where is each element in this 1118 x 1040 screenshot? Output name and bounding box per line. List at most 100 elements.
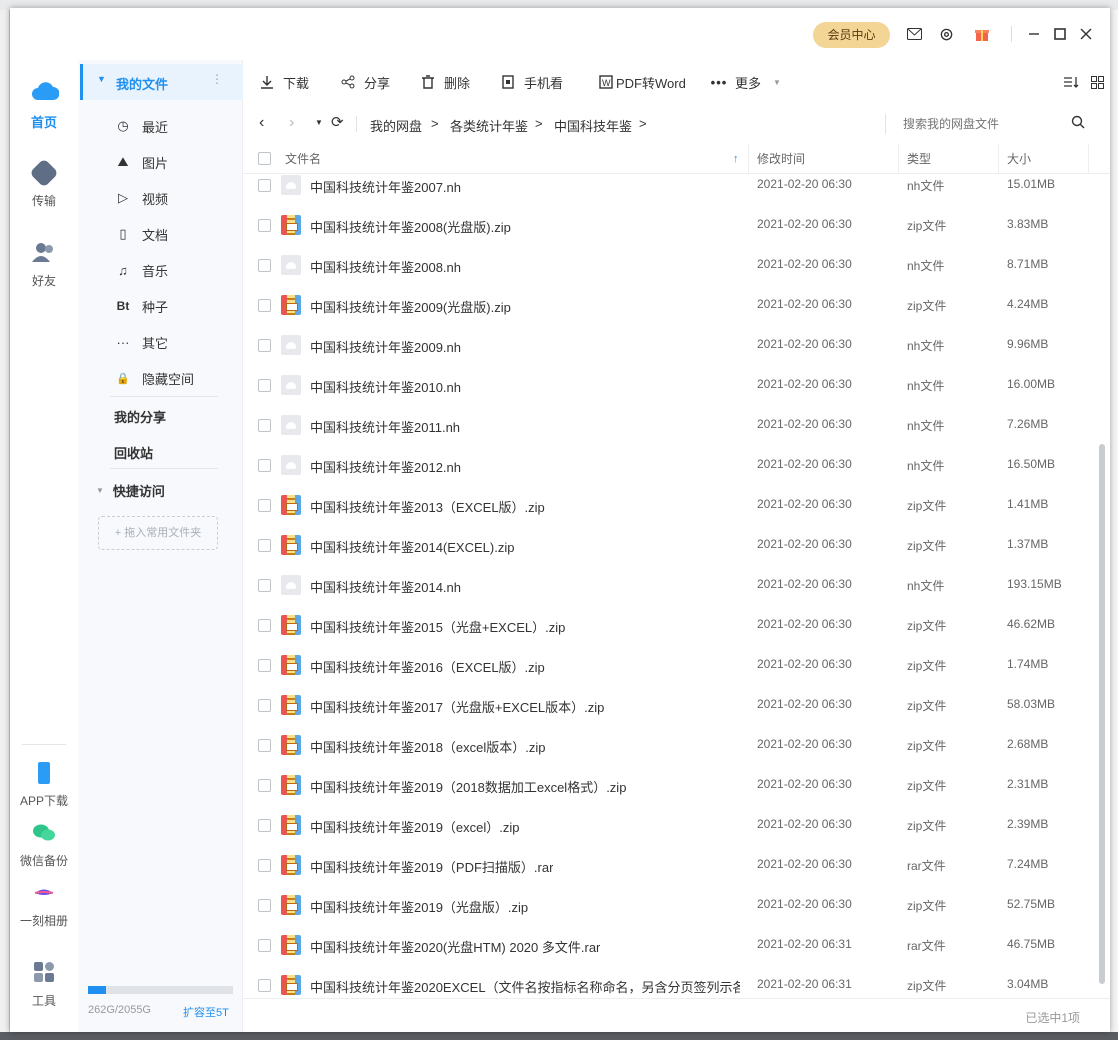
sort-button[interactable] [1063,72,1087,92]
row-checkbox[interactable] [258,539,271,552]
breadcrumb-chevron-icon[interactable]: > [639,116,647,131]
table-row[interactable]: 中国科技统计年鉴2019（PDF扫描版）.rar 2021-02-20 06:30… [243,845,1095,885]
row-checkbox[interactable] [258,739,271,752]
grid-view-button[interactable] [1089,72,1113,92]
breadcrumb-item[interactable]: 各类统计年鉴 [450,116,528,135]
rail-wechat-backup[interactable]: 微信备份 [10,820,78,869]
row-checkbox[interactable] [258,579,271,592]
table-row[interactable]: 中国科技统计年鉴2010.nh 2021-02-20 06:30 nh文件 16.00… [243,365,1095,405]
table-row[interactable]: 中国科技统计年鉴2014.nh 2021-02-20 06:30 nh文件 193.1… [243,565,1095,605]
table-row[interactable]: 中国科技统计年鉴2009.nh 2021-02-20 06:30 nh文件 9.96M… [243,325,1095,365]
sidebar-item[interactable]: 🔒 隐藏空间 [78,360,243,396]
mobile-view-button[interactable]: 手机看 [500,72,563,92]
settings-gear-icon[interactable] [936,24,956,44]
scrollbar-thumb[interactable] [1099,444,1105,984]
table-row[interactable]: 中国科技统计年鉴2009(光盘版).zip 2021-02-20 06:30 zip… [243,285,1095,325]
table-row[interactable]: 中国科技统计年鉴2013（EXCEL版）.zip 2021-02-20 06:30… [243,485,1095,525]
archive-file-icon [281,615,301,635]
sidebar-item[interactable]: ⛰ 图片 [78,144,243,180]
row-checkbox[interactable] [258,179,271,192]
vertical-more-icon[interactable]: ⋮ [211,72,223,86]
rail-home[interactable]: 首页 [10,80,78,131]
table-row[interactable]: 中国科技统计年鉴2012.nh 2021-02-20 06:30 nh文件 16.50… [243,445,1095,485]
mail-icon[interactable] [904,24,924,44]
rail-friends[interactable]: 好友 [10,240,78,289]
rail-transfer[interactable]: 传输 [10,158,78,209]
row-checkbox[interactable] [258,459,271,472]
row-checkbox[interactable] [258,659,271,672]
expand-storage-link[interactable]: 扩容至5T [183,1004,229,1020]
sidebar-recycle-bin[interactable]: 回收站 [78,434,243,470]
column-header-name[interactable]: 文件名 [285,144,321,174]
row-checkbox[interactable] [258,979,271,992]
back-arrow-icon[interactable]: ‹ [259,114,264,132]
table-row[interactable]: 中国科技统计年鉴2019（光盘版）.zip 2021-02-20 06:30 zip… [243,885,1095,925]
table-row[interactable]: 中国科技统计年鉴2008.nh 2021-02-20 06:30 nh文件 8.71M… [243,245,1095,285]
maximize-icon[interactable] [1050,24,1070,44]
forward-arrow-icon[interactable]: › [289,114,294,132]
delete-button[interactable]: 删除 [420,72,470,92]
row-checkbox[interactable] [258,379,271,392]
table-row[interactable]: 中国科技统计年鉴2014(EXCEL).zip 2021-02-20 06:30 z… [243,525,1095,565]
scrollbar[interactable] [1096,174,1108,998]
row-checkbox[interactable] [258,339,271,352]
video-icon: ▷ [118,190,128,205]
row-checkbox[interactable] [258,859,271,872]
rail-app-download[interactable]: APP下载 [10,760,78,809]
row-checkbox[interactable] [258,419,271,432]
table-row[interactable]: 中国科技统计年鉴2019（2018数据加工excel格式）.zip 2021-02… [243,765,1095,805]
pdf-to-word-button[interactable]: W PDF转Word [598,72,686,92]
breadcrumb-item[interactable]: 中国科技年鉴 [554,116,632,135]
table-row[interactable]: 中国科技统计年鉴2016（EXCEL版）.zip 2021-02-20 06:30… [243,645,1095,685]
sidebar-item[interactable]: ▯ 文档 [78,216,243,252]
row-checkbox[interactable] [258,699,271,712]
close-icon[interactable] [1076,24,1096,44]
row-checkbox[interactable] [258,619,271,632]
search-input[interactable] [903,114,1073,134]
sidebar-my-files[interactable]: ▼ 我的文件 ⋮ [80,64,243,100]
vip-center-button[interactable]: 会员中心 [813,22,890,48]
refresh-icon[interactable]: ⟳ [331,113,344,131]
table-row[interactable]: 中国科技统计年鉴2015（光盘+EXCEL）.zip 2021-02-20 06:… [243,605,1095,645]
table-row[interactable]: 中国科技统计年鉴2019（excel）.zip 2021-02-20 06:30 z… [243,805,1095,845]
row-checkbox[interactable] [258,499,271,512]
download-button[interactable]: 下载 [259,72,309,92]
gift-icon[interactable] [972,24,992,44]
search-icon[interactable] [1071,115,1085,132]
table-row[interactable]: 中国科技统计年鉴2007.nh 2021-02-20 06:30 nh文件 15.01… [243,174,1095,205]
breadcrumb-item[interactable]: 我的网盘 [370,116,422,135]
row-checkbox[interactable] [258,259,271,272]
select-all-checkbox[interactable] [258,152,271,165]
column-header-modified[interactable]: 修改时间 [757,144,805,174]
table-row[interactable]: 中国科技统计年鉴2008(光盘版).zip 2021-02-20 06:30 zip… [243,205,1095,245]
share-button[interactable]: 分享 [340,72,390,92]
table-row[interactable]: 中国科技统计年鉴2017（光盘版+EXCEL版本）.zip 2021-02-20 … [243,685,1095,725]
sidebar-item[interactable]: Bt 种子 [78,288,243,324]
table-row[interactable]: 中国科技统计年鉴2020(光盘HTM) 2020 多文件.rar 2021-02-… [243,925,1095,965]
sidebar-my-share[interactable]: 我的分享 [78,398,243,434]
sidebar-item[interactable]: ◷ 最近 [78,108,243,144]
sidebar-item[interactable]: ▷ 视频 [78,180,243,216]
table-row[interactable]: 中国科技统计年鉴2018（excel版本）.zip 2021-02-20 06:3… [243,725,1095,765]
row-checkbox[interactable] [258,939,271,952]
more-button[interactable]: ••• 更多 ▼ [711,72,781,92]
column-header-type[interactable]: 类型 [907,144,931,174]
table-row[interactable]: 中国科技统计年鉴2011.nh 2021-02-20 06:30 nh文件 7.26M… [243,405,1095,445]
nh-file-icon [281,415,301,435]
minimize-icon[interactable] [1024,24,1044,44]
rail-tools[interactable]: 工具 [10,960,78,1009]
history-caret-icon[interactable]: ▼ [315,118,323,127]
rail-moment-album[interactable]: 一刻相册 [10,880,78,929]
row-checkbox[interactable] [258,299,271,312]
row-checkbox[interactable] [258,779,271,792]
drop-folder-zone[interactable]: + 拖入常用文件夹 [98,516,218,550]
sidebar-quick-access[interactable]: ▼ 快捷访问 [78,472,243,508]
row-checkbox[interactable] [258,899,271,912]
sidebar-item[interactable]: ♫ 音乐 [78,252,243,288]
file-name: 中国科技统计年鉴2017（光盘版+EXCEL版本）.zip [310,700,605,715]
sidebar-item[interactable]: ··· 其它 [78,324,243,360]
column-header-size[interactable]: 大小 [1007,144,1031,174]
row-checkbox[interactable] [258,219,271,232]
table-row[interactable]: 中国科技统计年鉴2020EXCEL（文件名按指标名称命名，另含分页签列示各指..… [243,965,1095,998]
row-checkbox[interactable] [258,819,271,832]
